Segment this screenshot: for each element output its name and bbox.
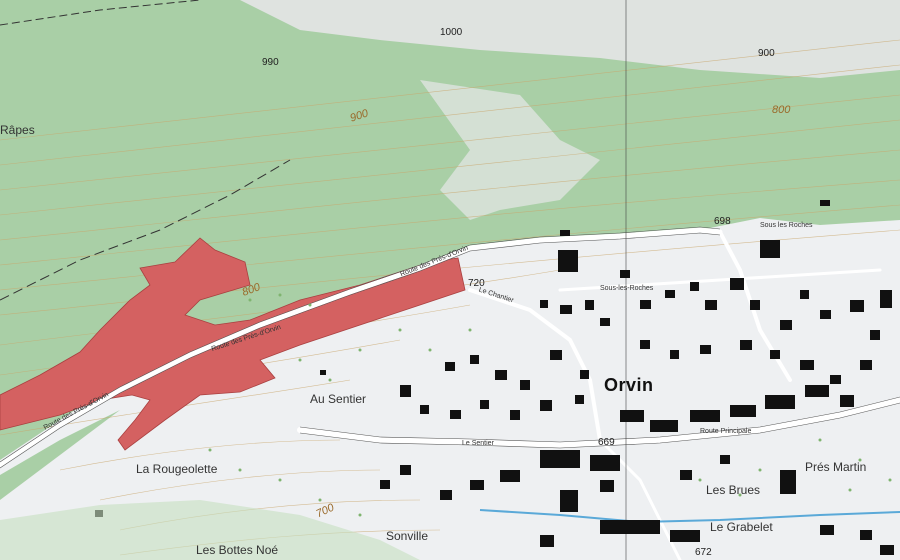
map-canvas [0,0,900,560]
place-label: Les Brues [706,483,761,497]
road-label: Sous les Roches [760,222,813,229]
spot-height: 990 [262,57,279,68]
place-label: Le Grabelet [710,520,773,534]
road-label: Route Principale [700,428,752,435]
road-label: Le Sentier [462,440,494,447]
spot-height: 669 [598,437,615,448]
town-label: Orvin [604,375,654,395]
spot-height: 900 [758,48,775,59]
place-label: Au Sentier [310,392,367,406]
road-label: Sous-les-Roches [600,285,654,292]
place-label: Prés Martin [805,460,867,474]
place-label: Les Bottes Noé [196,543,279,557]
spot-height: 698 [714,216,731,227]
place-label: Sonville [386,529,429,543]
spot-height: 672 [695,547,712,558]
place-label: La Rougeolette [136,462,218,476]
topographic-map[interactable]: Râpes Au Sentier La Rougeolette Les Bott… [0,0,900,560]
spot-height: 1000 [440,27,463,38]
contour-label: 800 [772,104,791,116]
place-label: Râpes [0,123,35,137]
